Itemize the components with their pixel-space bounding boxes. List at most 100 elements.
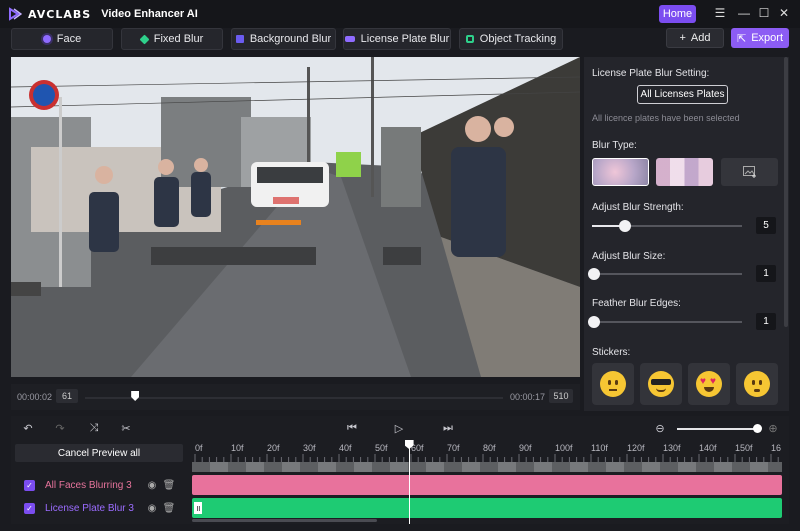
ruler-tick-label: 70f — [447, 443, 460, 453]
add-button[interactable]: + Add — [666, 28, 724, 48]
delete-icon[interactable]: 🗑 — [163, 502, 176, 514]
export-icon: ⇱ — [736, 32, 747, 45]
tool-license-plate-blur-button[interactable]: License Plate Blur — [343, 28, 451, 50]
feather-edges-label: Feather Blur Edges: — [592, 298, 681, 309]
maximize-icon[interactable]: ☐ — [757, 6, 771, 20]
video-thumbnail-strip — [192, 462, 782, 472]
tool-bar: Face Fixed Blur Background Blur License … — [0, 28, 800, 54]
blur-strength-handle[interactable] — [619, 220, 631, 232]
current-time: 00:00:02 — [17, 392, 53, 402]
split-icon[interactable]: ⤨ — [87, 421, 101, 435]
timeline-toolbar: ↶ ↷ ⤨ ✂ ⏮ ▷ ⏭ ⊖ ⊕ — [11, 416, 789, 440]
tool-background-blur-button[interactable]: Background Blur — [231, 28, 336, 50]
blur-size-slider[interactable] — [588, 268, 742, 280]
select-all-plates-button[interactable]: All Licenses Plates — [637, 85, 728, 104]
license-plate-icon — [344, 36, 355, 42]
sticker-sunglasses[interactable] — [640, 363, 682, 405]
home-button[interactable]: Home — [659, 5, 696, 23]
ruler-tick-label: 10f — [231, 443, 244, 453]
mosaic-blur-option[interactable] — [656, 158, 713, 186]
blur-strength-label: Adjust Blur Strength: — [592, 202, 684, 213]
tool-background-blur-label: Background Blur — [249, 33, 332, 45]
object-tracking-icon — [465, 35, 474, 43]
video-preview[interactable] — [11, 57, 580, 377]
ruler-tick-label: 0f — [195, 443, 203, 453]
stickers-label: Stickers: — [592, 347, 631, 358]
play-icon[interactable]: ▷ — [392, 421, 406, 435]
zoom-out-icon[interactable]: ⊖ — [653, 421, 667, 435]
app-title: Video Enhancer AI — [101, 8, 198, 20]
image-overlay-option[interactable] — [721, 158, 778, 186]
blur-strength-value[interactable]: 5 — [756, 217, 776, 234]
ruler-tick-label: 90f — [519, 443, 532, 453]
feather-edges-slider[interactable] — [588, 316, 742, 328]
cut-icon[interactable]: ✂ — [119, 421, 133, 435]
ruler-tick-label: 20f — [267, 443, 280, 453]
selection-hint: All licence plates have been selected — [592, 113, 740, 123]
tool-face-button[interactable]: Face — [11, 28, 113, 50]
zoom-slider-handle[interactable] — [752, 424, 762, 433]
tool-face-label: Face — [56, 33, 82, 45]
tool-license-plate-label: License Plate Blur — [360, 33, 450, 45]
timeline: ↶ ↷ ⤨ ✂ ⏮ ▷ ⏭ ⊖ ⊕ Cancel Preview all 0f 1… — [11, 416, 800, 524]
undo-icon[interactable]: ↶ — [21, 421, 35, 435]
cancel-preview-all-button[interactable]: Cancel Preview all — [15, 444, 183, 462]
panel-title: License Plate Blur Setting: — [592, 68, 710, 79]
next-frame-icon[interactable]: ⏭ — [441, 421, 455, 435]
neutral-face-icon — [600, 371, 626, 397]
gaussian-blur-option[interactable] — [592, 158, 649, 186]
ruler-tick-label: 40f — [339, 443, 352, 453]
current-frame[interactable]: 61 — [56, 389, 78, 403]
add-label: Add — [690, 32, 711, 44]
ruler-tick-label: 120f — [627, 443, 645, 453]
tool-fixed-blur-button[interactable]: Fixed Blur — [121, 28, 223, 50]
timeline-playhead[interactable] — [404, 440, 414, 524]
faces-blur-clip[interactable] — [192, 475, 782, 495]
feather-edges-value[interactable]: 1 — [756, 313, 776, 330]
ruler-tick-label: 80f — [483, 443, 496, 453]
previous-frame-icon[interactable]: ⏮ — [345, 421, 359, 435]
track-checkbox[interactable]: ✓ — [24, 479, 35, 491]
zoom-in-icon[interactable]: ⊕ — [766, 421, 780, 435]
timeline-ruler[interactable]: 0f 10f 20f 30f 40f 50f 60f 70f 80f 90f 100f 110f 120… — [191, 440, 800, 462]
track-checkbox[interactable]: ✓ — [24, 502, 35, 514]
add-image-icon — [742, 166, 756, 178]
license-plate-clip[interactable]: ॥ — [192, 498, 782, 518]
face-icon — [42, 35, 51, 43]
playback-scrubber[interactable] — [85, 391, 503, 401]
blur-size-value[interactable]: 1 — [756, 265, 776, 282]
zoom-slider[interactable] — [677, 424, 762, 433]
track-name: All Faces Blurring 3 — [45, 479, 132, 491]
heart-eyes-face-icon: ♥ ♥ — [696, 371, 722, 397]
eye-icon[interactable]: ◉ — [146, 502, 158, 514]
timeline-horizontal-scrollbar[interactable] — [192, 519, 377, 522]
ruler-tick-label: 100f — [555, 443, 573, 453]
blur-size-handle[interactable] — [588, 268, 600, 280]
delete-icon[interactable]: 🗑 — [163, 479, 176, 491]
brand-name: AVCLABS — [28, 7, 92, 21]
sticker-heart-eyes[interactable]: ♥ ♥ — [688, 363, 730, 405]
sticker-neutral[interactable] — [592, 363, 634, 405]
feather-edges-handle[interactable] — [588, 316, 600, 328]
tool-fixed-blur-label: Fixed Blur — [153, 33, 204, 45]
close-icon[interactable]: ✕ — [777, 6, 791, 20]
menu-icon[interactable]: ☰ — [713, 6, 727, 20]
tool-object-tracking-button[interactable]: Object Tracking — [459, 28, 563, 50]
export-button[interactable]: ⇱ Export — [731, 28, 789, 48]
ruler-tick-label: 50f — [375, 443, 388, 453]
ruler-tick-label: 130f — [663, 443, 681, 453]
scrubber-ticks — [85, 397, 503, 399]
title-bar: AVCLABS Video Enhancer AI Home ☰ — ☐ ✕ — [0, 0, 800, 28]
eye-icon[interactable]: ◉ — [146, 479, 158, 491]
ruler-tick-label: 110f — [591, 443, 608, 453]
ruler-tick-label: 160f — [771, 443, 781, 453]
end-time: 00:00:17 — [510, 392, 546, 402]
blur-strength-slider[interactable] — [592, 220, 742, 232]
sticker-smiling[interactable] — [736, 363, 778, 405]
player-bar: 00:00:02 61 00:00:17 510 — [11, 384, 580, 410]
redo-icon[interactable]: ↷ — [53, 421, 67, 435]
settings-panel: License Plate Blur Setting: All Licenses… — [584, 57, 789, 411]
panel-scrollbar[interactable] — [784, 57, 788, 327]
sunglasses-face-icon — [648, 371, 674, 397]
minimize-icon[interactable]: — — [737, 6, 751, 20]
